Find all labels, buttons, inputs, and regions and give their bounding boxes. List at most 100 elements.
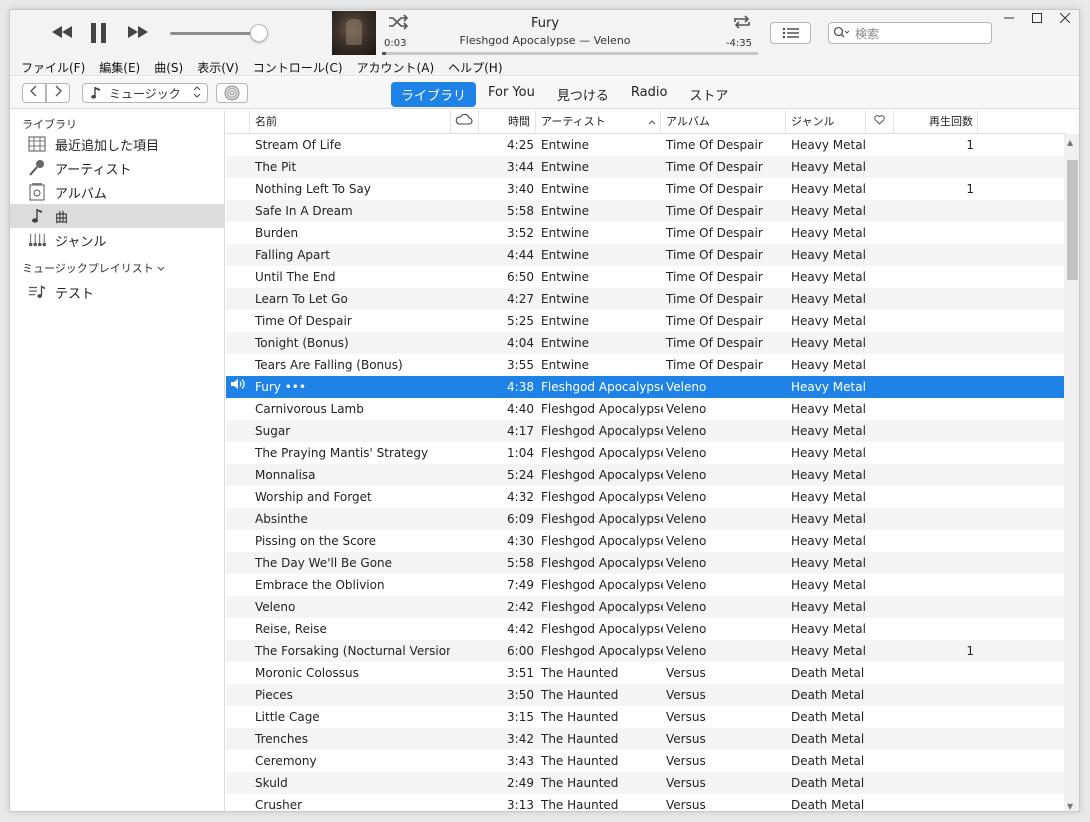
table-row[interactable]: Sugar 4:17 Fleshgod Apocalypse Veleno Heavy … (226, 420, 1066, 442)
cell-time: 4:17 (507, 424, 534, 438)
scroll-down-icon[interactable]: ▼ (1067, 802, 1073, 811)
header-genre[interactable]: ジャンル (786, 110, 866, 134)
previous-button[interactable] (50, 22, 74, 45)
cell-time: 4:40 (507, 402, 534, 416)
now-playing-display: Fury Fleshgod Apocalypse — Veleno 0:03 -… (332, 10, 758, 55)
cell-genre: Heavy Metal (791, 270, 866, 284)
pause-icon (91, 23, 106, 43)
tab-3[interactable]: Radio (621, 82, 678, 107)
table-row[interactable]: Fury ••• 4:38 Fleshgod Apocalypse Veleno Hea… (226, 376, 1066, 398)
forward-button[interactable] (46, 83, 70, 103)
table-row[interactable]: Burden 3:52 Entwine Time Of Despair Heavy Me… (226, 222, 1066, 244)
menu-item[interactable]: アカウント(A) (350, 56, 442, 75)
tab-1[interactable]: For You (478, 82, 545, 107)
cell-plays: 1 (966, 644, 974, 658)
cell-album: Time Of Despair (666, 314, 763, 328)
status-cell (230, 376, 250, 398)
tab-0[interactable]: ライブラリ (391, 82, 477, 107)
header-album[interactable]: アルバム (661, 110, 786, 134)
cell-genre: Heavy Metal (791, 424, 866, 438)
table-row[interactable]: The Pit 3:44 Entwine Time Of Despair Heavy M… (226, 156, 1066, 178)
playlists-heading[interactable]: ミュージックプレイリスト (10, 258, 224, 280)
table-row[interactable]: Moronic Colossus 3:51 The Haunted Versus Dea… (226, 662, 1066, 684)
cell-artist: Fleshgod Apocalypse (541, 622, 663, 636)
media-kind-select[interactable]: ミュージック (82, 83, 208, 103)
header-artist[interactable]: アーティスト (536, 110, 661, 134)
table-row[interactable]: Learn To Let Go 4:27 Entwine Time Of Despai… (226, 288, 1066, 310)
table-row[interactable]: Absinthe 6:09 Fleshgod Apocalypse Veleno Hea… (226, 508, 1066, 530)
table-row[interactable]: The Day We'll Be Gone 5:58 Fleshgod Apocal… (226, 552, 1066, 574)
speaker-icon (231, 379, 245, 389)
close-button[interactable] (1051, 10, 1079, 30)
repeat-button[interactable] (732, 14, 752, 33)
pause-button[interactable] (90, 22, 108, 47)
table-row[interactable]: Pissing on the Score 4:30 Fleshgod Apocaly… (226, 530, 1066, 552)
table-row[interactable]: Tonight (Bonus) 4:04 Entwine Time Of Despai… (226, 332, 1066, 354)
maximize-button[interactable] (1023, 10, 1051, 30)
search-input[interactable]: 検索 (828, 22, 992, 44)
back-button[interactable] (22, 83, 46, 103)
volume-thumb[interactable] (250, 24, 268, 42)
cell-time: 3:13 (507, 798, 534, 812)
menu-item[interactable]: ヘルプ(H) (441, 56, 509, 75)
table-row[interactable]: Crusher 3:13 The Haunted Versus Death Metal (226, 794, 1066, 812)
table-row[interactable]: Tears Are Falling (Bonus) 3:55 Entwine Time… (226, 354, 1066, 376)
table-row[interactable]: Worship and Forget 4:32 Fleshgod Apocalyps… (226, 486, 1066, 508)
table-row[interactable]: The Praying Mantis' Strategy 1:04 Fleshgod… (226, 442, 1066, 464)
table-row[interactable]: Reise, Reise 4:42 Fleshgod Apocalypse Velen… (226, 618, 1066, 640)
cell-plays (896, 574, 974, 596)
header-plays[interactable]: 再生回数 (894, 110, 978, 134)
table-row[interactable]: Pieces 3:50 The Haunted Versus Death Metal (226, 684, 1066, 706)
menu-item[interactable]: ファイル(F) (14, 56, 92, 75)
cell-name: Embrace the Oblivion (255, 578, 385, 592)
cell-genre: Death Metal (791, 754, 865, 768)
cell-plays (896, 508, 974, 530)
tab-4[interactable]: ストア (679, 82, 738, 107)
menu-item[interactable]: 表示(V) (190, 56, 246, 75)
menu-item[interactable]: 曲(S) (147, 56, 190, 75)
table-row[interactable]: Until The End 6:50 Entwine Time Of Despair H… (226, 266, 1066, 288)
sidebar-item-0[interactable]: 最近追加した項目 (10, 132, 224, 156)
table-row[interactable]: Nothing Left To Say 3:40 Entwine Time Of De… (226, 178, 1066, 200)
up-next-button[interactable] (770, 22, 811, 44)
cd-button[interactable] (216, 83, 248, 103)
scrollbar-thumb[interactable] (1067, 160, 1078, 280)
sidebar-item-0[interactable]: テスト (10, 280, 224, 304)
sidebar-item-3[interactable]: 曲 (10, 204, 224, 228)
table-row[interactable]: Ceremony 3:43 The Haunted Versus Death Metal (226, 750, 1066, 772)
volume-slider[interactable] (170, 32, 262, 35)
header-name[interactable]: 名前 (251, 110, 451, 134)
table-row[interactable]: Safe In A Dream 5:58 Entwine Time Of Despai… (226, 200, 1066, 222)
vertical-scrollbar[interactable]: ▲ ▼ (1064, 134, 1079, 811)
table-row[interactable]: Skuld 2:49 The Haunted Versus Death Metal (226, 772, 1066, 794)
cell-plays (896, 486, 974, 508)
header-status[interactable] (226, 110, 250, 134)
table-row[interactable]: Time Of Despair 5:25 Entwine Time Of Despai… (226, 310, 1066, 332)
table-row[interactable]: Monnalisa 5:24 Fleshgod Apocalypse Veleno He… (226, 464, 1066, 486)
cell-artist: The Haunted (541, 754, 619, 768)
header-time[interactable]: 時間 (479, 110, 536, 134)
sidebar-item-1[interactable]: アーティスト (10, 156, 224, 180)
table-row[interactable]: The Forsaking (Nocturnal Version) 6:00 Fle… (226, 640, 1066, 662)
menu-item[interactable]: 編集(E) (92, 56, 147, 75)
table-row[interactable]: Embrace the Oblivion 7:49 Fleshgod Apocaly… (226, 574, 1066, 596)
tab-2[interactable]: 見つける (547, 82, 619, 107)
table-row[interactable]: Little Cage 3:15 The Haunted Versus Death Me… (226, 706, 1066, 728)
cell-time: 3:42 (507, 732, 534, 746)
next-button[interactable] (126, 22, 150, 45)
table-row[interactable]: Carnivorous Lamb 4:40 Fleshgod Apocalypse V… (226, 398, 1066, 420)
sidebar-item-4[interactable]: ジャンル (10, 228, 224, 252)
sidebar-item-2[interactable]: アルバム (10, 180, 224, 204)
scroll-up-icon[interactable]: ▲ (1067, 138, 1073, 147)
cell-time: 3:55 (507, 358, 534, 372)
header-cloud[interactable] (451, 110, 479, 134)
header-love[interactable] (866, 110, 894, 134)
table-row[interactable]: Stream Of Life 4:25 Entwine Time Of Despair… (226, 134, 1066, 156)
table-row[interactable]: Trenches 3:42 The Haunted Versus Death Metal (226, 728, 1066, 750)
itunes-window: Fury Fleshgod Apocalypse — Veleno 0:03 -… (9, 9, 1080, 812)
menu-item[interactable]: コントロール(C) (246, 56, 350, 75)
table-row[interactable]: Veleno 2:42 Fleshgod Apocalypse Veleno Heavy… (226, 596, 1066, 618)
playback-progress[interactable] (382, 52, 758, 55)
minimize-button[interactable] (995, 10, 1023, 30)
table-row[interactable]: Falling Apart 4:44 Entwine Time Of Despair H… (226, 244, 1066, 266)
